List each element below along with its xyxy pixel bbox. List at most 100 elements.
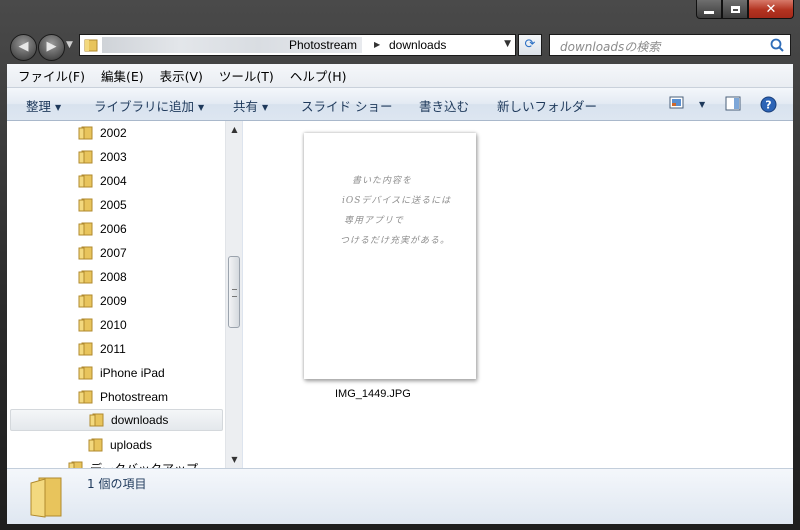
help-icon[interactable]: ? bbox=[760, 96, 777, 113]
folder-icon bbox=[78, 126, 93, 140]
add-to-library-button[interactable]: ライブラリに追加 ▼ bbox=[94, 96, 204, 115]
svg-text:?: ? bbox=[765, 99, 771, 112]
menu-edit[interactable]: 編集(E) bbox=[93, 66, 152, 85]
tree-item-iphone-ipad[interactable]: iPhone iPad bbox=[78, 362, 165, 384]
address-dropdown-icon[interactable]: ▼ bbox=[504, 39, 511, 49]
tree-item-label: 2011 bbox=[100, 342, 126, 356]
folder-icon bbox=[78, 174, 93, 188]
view-dropdown-icon[interactable]: ▼ bbox=[695, 96, 705, 111]
breadcrumb-separator-icon[interactable]: ▶ bbox=[374, 40, 380, 49]
folder-icon bbox=[78, 342, 93, 356]
tree-item-label: 2006 bbox=[100, 222, 127, 236]
recent-pages-dropdown[interactable]: ▼ bbox=[66, 40, 73, 50]
tree-item-2007[interactable]: 2007 bbox=[78, 242, 127, 264]
tree-item-label: iPhone iPad bbox=[100, 366, 165, 380]
grip-icon bbox=[232, 289, 237, 297]
explorer-window: ✕ ◀ ▶ ▼ Photostream ▶ downloads ▼ ⟳ down… bbox=[0, 0, 800, 530]
tree-item-label: 2002 bbox=[100, 126, 127, 140]
close-icon: ✕ bbox=[765, 1, 777, 17]
tree-item-2002[interactable]: 2002 bbox=[78, 122, 127, 144]
tree-item-2011[interactable]: 2011 bbox=[78, 338, 126, 360]
file-list: 書いた内容を iOSデバイスに送るには 専用アプリで つけるだけ充実がある。 I… bbox=[243, 121, 793, 468]
minimize-button[interactable] bbox=[696, 0, 722, 19]
search-box[interactable]: downloadsの検索 bbox=[549, 34, 791, 56]
menu-file[interactable]: ファイル(F) bbox=[7, 66, 93, 85]
tree-item-data-backup[interactable]: データバックアップ bbox=[68, 457, 198, 468]
search-input[interactable]: downloadsの検索 bbox=[560, 38, 660, 55]
menu-bar: ファイル(F) 編集(E) 表示(V) ツール(T) ヘルプ(H) bbox=[7, 64, 793, 88]
scrollbar-thumb[interactable] bbox=[228, 256, 240, 328]
organize-button[interactable]: 整理 ▼ bbox=[26, 96, 61, 115]
tree-item-uploads[interactable]: uploads bbox=[88, 434, 152, 456]
tree-item-downloads[interactable]: downloads bbox=[10, 409, 223, 431]
file-name[interactable]: IMG_1449.JPG bbox=[335, 388, 411, 400]
folder-icon bbox=[78, 294, 93, 308]
refresh-button[interactable]: ⟳ bbox=[518, 34, 542, 56]
change-view-icon[interactable] bbox=[669, 96, 685, 110]
scroll-down-icon[interactable]: ▼ bbox=[226, 451, 242, 468]
menu-help[interactable]: ヘルプ(H) bbox=[282, 66, 355, 85]
tree-item-photostream[interactable]: Photostream bbox=[78, 386, 168, 408]
breadcrumb-downloads[interactable]: downloads bbox=[389, 38, 446, 52]
breadcrumb-photostream[interactable]: Photostream bbox=[289, 38, 357, 52]
back-button[interactable]: ◀ bbox=[10, 34, 37, 61]
tree-item-label: downloads bbox=[111, 413, 169, 427]
folder-icon bbox=[78, 150, 93, 164]
item-count: 1 個の項目 bbox=[87, 477, 147, 491]
back-arrow-icon: ◀ bbox=[18, 39, 29, 54]
tree-item-label: 2008 bbox=[100, 270, 127, 284]
burn-button[interactable]: 書き込む bbox=[419, 96, 469, 115]
minimize-icon bbox=[704, 10, 714, 14]
tree-item-label: データバックアップ bbox=[90, 460, 198, 469]
search-icon[interactable] bbox=[769, 37, 785, 53]
tree-item-label: 2010 bbox=[100, 318, 127, 332]
folder-icon bbox=[68, 461, 83, 468]
preview-pane-icon[interactable] bbox=[725, 96, 741, 111]
handwriting-line: 書いた内容を bbox=[352, 176, 413, 186]
navigation-pane: 2002 2003 2004 2005 2006 2007 2008 2009 … bbox=[7, 121, 243, 468]
tree-item-2009[interactable]: 2009 bbox=[78, 290, 127, 312]
tree-item-label: 2009 bbox=[100, 294, 127, 308]
tree-item-2006[interactable]: 2006 bbox=[78, 218, 127, 240]
share-button[interactable]: 共有 ▼ bbox=[233, 96, 268, 115]
handwriting-line: つけるだけ充実がある。 bbox=[340, 236, 451, 246]
slideshow-button[interactable]: スライド ショー bbox=[301, 96, 392, 115]
navigation-scrollbar[interactable]: ▲ ▼ bbox=[225, 121, 242, 468]
command-bar: 整理 ▼ ライブラリに追加 ▼ 共有 ▼ スライド ショー 書き込む 新しいフォルダー… bbox=[7, 88, 793, 121]
file-thumbnail[interactable]: 書いた内容を iOSデバイスに送るには 専用アプリで つけるだけ充実がある。 bbox=[304, 133, 476, 379]
tree-item-2010[interactable]: 2010 bbox=[78, 314, 127, 336]
folder-icon bbox=[30, 477, 62, 518]
handwriting-line: iOSデバイスに送るには bbox=[342, 196, 452, 206]
tree-item-label: 2005 bbox=[100, 198, 127, 212]
tree-item-2003[interactable]: 2003 bbox=[78, 146, 127, 168]
tree-item-label: 2004 bbox=[100, 174, 127, 188]
menu-tools[interactable]: ツール(T) bbox=[211, 66, 282, 85]
folder-icon bbox=[89, 413, 104, 427]
folder-icon bbox=[78, 366, 93, 380]
address-bar[interactable]: Photostream ▶ downloads ▼ bbox=[79, 34, 516, 56]
caption-buttons: ✕ bbox=[696, 0, 794, 19]
share-label: 共有 bbox=[233, 99, 259, 114]
close-button[interactable]: ✕ bbox=[748, 0, 794, 19]
handwriting-line: 専用アプリで bbox=[344, 216, 405, 226]
folder-icon bbox=[78, 318, 93, 332]
new-folder-button[interactable]: 新しいフォルダー bbox=[497, 96, 597, 115]
scroll-up-icon[interactable]: ▲ bbox=[226, 121, 242, 138]
tree-item-2004[interactable]: 2004 bbox=[78, 170, 127, 192]
add-to-library-dropdown-icon: ▼ bbox=[198, 103, 205, 112]
folder-icon bbox=[78, 222, 93, 236]
tree-item-2005[interactable]: 2005 bbox=[78, 194, 127, 216]
folder-icon bbox=[78, 270, 93, 284]
organize-label: 整理 bbox=[26, 99, 52, 114]
maximize-button[interactable] bbox=[722, 0, 748, 19]
folder-icon bbox=[78, 246, 93, 260]
folder-icon bbox=[88, 438, 103, 452]
tree-item-label: 2003 bbox=[100, 150, 127, 164]
folder-icon bbox=[78, 390, 93, 404]
menu-view[interactable]: 表示(V) bbox=[152, 66, 211, 85]
add-to-library-label: ライブラリに追加 bbox=[94, 99, 195, 114]
forward-button[interactable]: ▶ bbox=[38, 34, 65, 61]
folder-icon bbox=[78, 198, 93, 212]
tree-item-2008[interactable]: 2008 bbox=[78, 266, 127, 288]
details-pane: 1 個の項目 bbox=[7, 468, 793, 524]
